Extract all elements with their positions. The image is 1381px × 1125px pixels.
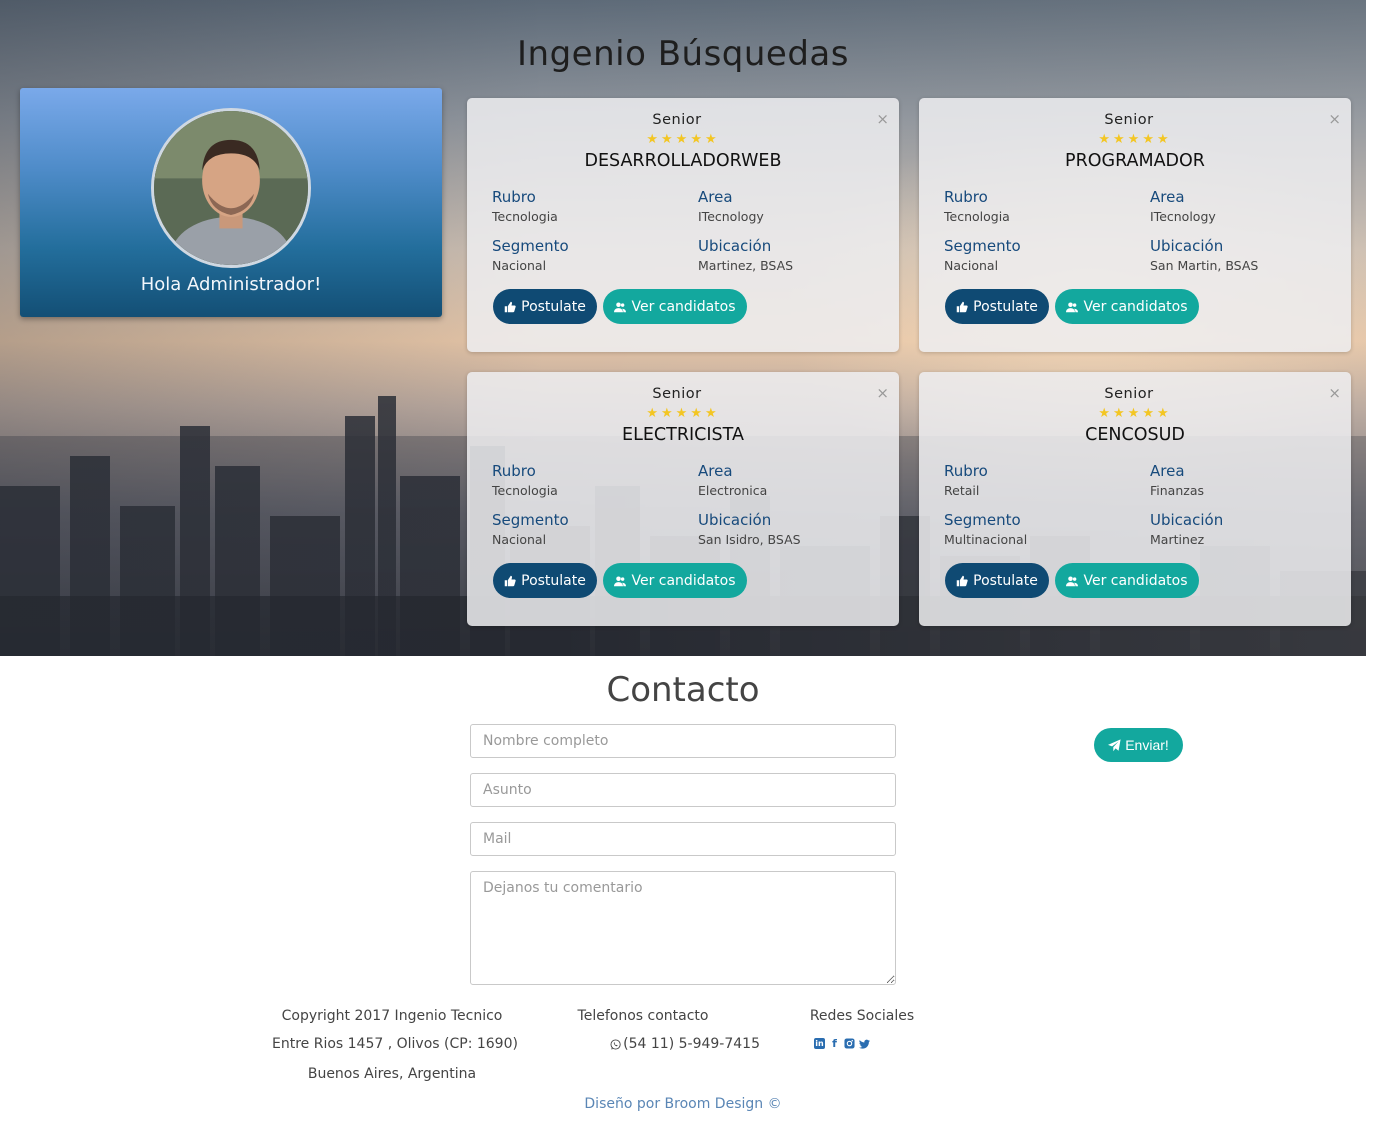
thumbs-up-icon: [504, 301, 516, 312]
paper-plane-icon: [1108, 738, 1121, 751]
avatar: [151, 108, 311, 268]
field-ubicacion: Ubicación San Isidro, BSAS: [698, 511, 801, 547]
view-candidates-button[interactable]: Ver candidatos: [1055, 289, 1199, 324]
field-ubicacion: Ubicación San Martin, BSAS: [1150, 237, 1259, 273]
field-rubro: Rubro Tecnologia: [944, 188, 1010, 224]
postulate-button[interactable]: Postulate: [945, 563, 1049, 598]
job-level: Senior: [652, 386, 702, 402]
subject-field[interactable]: [470, 773, 896, 807]
thumbs-up-icon: [956, 301, 968, 312]
email-field[interactable]: [470, 822, 896, 856]
thumbs-up-icon: [956, 575, 968, 586]
footer-phone: (54 11) 5-949-7415: [610, 1036, 760, 1052]
field-segmento: Segmento Multinacional: [944, 511, 1028, 547]
field-segmento: Segmento Nacional: [492, 237, 569, 273]
whatsapp-icon: [610, 1038, 621, 1050]
job-card: × Senior ★★★★★ CENCOSUD Rubro Retail Area…: [919, 372, 1351, 626]
view-candidates-button[interactable]: Ver candidatos: [1055, 563, 1199, 598]
footer-credit-link[interactable]: Diseño por Broom Design ©: [0, 1096, 1366, 1112]
postulate-button[interactable]: Postulate: [945, 289, 1049, 324]
view-candidates-button[interactable]: Ver candidatos: [603, 563, 747, 598]
comment-field[interactable]: [470, 871, 896, 985]
view-candidates-button[interactable]: Ver candidatos: [603, 289, 747, 324]
footer-social-title: Redes Sociales: [809, 1008, 915, 1024]
job-card: × Senior ★★★★★ PROGRAMADOR Rubro Tecnolog…: [919, 98, 1351, 352]
users-icon: [1066, 302, 1079, 312]
facebook-icon[interactable]: f: [829, 1038, 840, 1049]
postulate-button[interactable]: Postulate: [493, 563, 597, 598]
users-icon: [614, 576, 627, 586]
job-card: × Senior ★★★★★ ELECTRICISTA Rubro Tecnolo…: [467, 372, 899, 626]
rating-stars-icon: ★★★★★: [646, 132, 720, 147]
social-links: in f: [814, 1038, 870, 1049]
footer-address: Entre Rios 1457 , Olivos (CP: 1690): [272, 1036, 518, 1052]
footer-copyright: Copyright 2017 Ingenio Tecnico: [281, 1008, 503, 1024]
field-segmento: Segmento Nacional: [944, 237, 1021, 273]
footer-city: Buenos Aires, Argentina: [307, 1066, 477, 1082]
field-rubro: Rubro Tecnologia: [492, 188, 558, 224]
contact-title: Contacto: [606, 670, 760, 710]
linkedin-icon[interactable]: in: [814, 1038, 825, 1049]
field-ubicacion: Ubicación Martinez, BSAS: [698, 237, 794, 273]
job-level: Senior: [1104, 386, 1154, 402]
job-title: PROGRAMADOR: [1065, 151, 1205, 171]
page-title: Ingenio Búsquedas: [517, 34, 849, 74]
rating-stars-icon: ★★★★★: [1098, 132, 1172, 147]
greeting-text: Hola Administrador!: [140, 274, 322, 295]
field-area: Area ITecnology: [1150, 188, 1216, 224]
footer-phones-title: Telefonos contacto: [577, 1008, 709, 1024]
field-ubicacion: Ubicación Martinez: [1150, 511, 1224, 547]
profile-card: Hola Administrador!: [20, 88, 442, 317]
field-area: Area ITecnology: [698, 188, 764, 224]
users-icon: [614, 302, 627, 312]
job-title: CENCOSUD: [1085, 425, 1185, 445]
name-field[interactable]: [470, 724, 896, 758]
rating-stars-icon: ★★★★★: [1098, 406, 1172, 421]
postulate-button[interactable]: Postulate: [493, 289, 597, 324]
field-segmento: Segmento Nacional: [492, 511, 569, 547]
thumbs-up-icon: [504, 575, 516, 586]
field-area: Area Electronica: [698, 462, 768, 498]
field-area: Area Finanzas: [1150, 462, 1204, 498]
job-title: ELECTRICISTA: [622, 425, 744, 445]
field-rubro: Rubro Tecnologia: [492, 462, 558, 498]
field-rubro: Rubro Retail: [944, 462, 988, 498]
job-card: × Senior ★★★★★ DESARROLLADORWEB Rubro Tec…: [467, 98, 899, 352]
job-level: Senior: [1104, 112, 1154, 128]
send-button[interactable]: Enviar!: [1094, 728, 1183, 762]
instagram-icon[interactable]: [844, 1038, 855, 1049]
avatar-photo-icon: [154, 111, 308, 265]
twitter-icon[interactable]: [859, 1038, 870, 1049]
rating-stars-icon: ★★★★★: [646, 406, 720, 421]
job-title: DESARROLLADORWEB: [584, 151, 782, 171]
job-level: Senior: [652, 112, 702, 128]
users-icon: [1066, 576, 1079, 586]
